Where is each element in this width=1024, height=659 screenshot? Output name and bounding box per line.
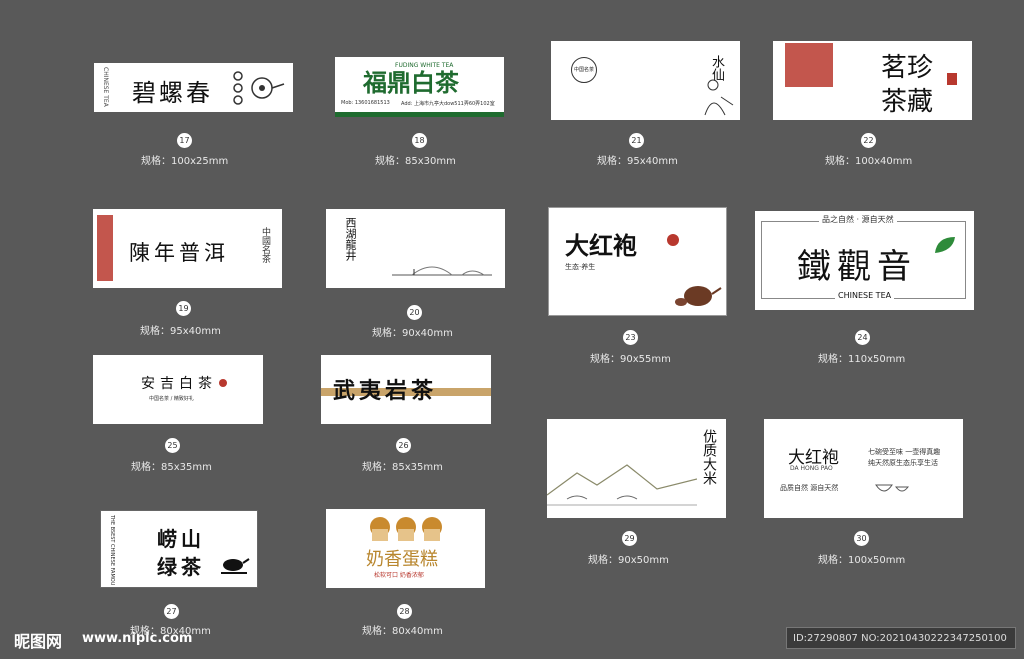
- card-21-number: 21: [629, 133, 644, 148]
- card-23-subtitle: 生态·养生: [565, 263, 596, 271]
- card-29-number: 29: [622, 531, 637, 546]
- card-26-spec: 规格：85x35mm: [362, 462, 443, 473]
- card-27[interactable]: THE BSEST CHINESE FAMOUS TEA 崂山 绿茶: [100, 510, 258, 588]
- card-25-number: 25: [165, 438, 180, 453]
- card-19-title: 陳年普洱: [129, 241, 229, 265]
- card-20[interactable]: 西湖龍井: [326, 209, 505, 288]
- tea-cups-icon: [875, 484, 910, 492]
- card-23[interactable]: 大红袍 生态·养生: [548, 207, 727, 316]
- card-22-small-seal: [947, 73, 957, 85]
- card-17-side-text: CHINESE TEA: [102, 67, 109, 107]
- card-18-spec: 规格：85x30mm: [375, 156, 456, 167]
- leaf-icon: [935, 237, 955, 253]
- card-29-spec: 规格：90x50mm: [588, 555, 669, 566]
- card-22-spec: 规格：100x40mm: [825, 156, 913, 167]
- card-22-seal-block: [785, 43, 833, 87]
- card-18-green-bar: [335, 112, 504, 117]
- card-25-seal: [219, 379, 227, 387]
- card-28[interactable]: 奶香蛋糕 松软可口 奶香浓郁: [326, 509, 485, 588]
- card-30-line-1: 七碗受至味 一壶得真趣: [868, 448, 941, 456]
- card-19-spec: 规格：95x40mm: [140, 326, 221, 337]
- card-28-title: 奶香蛋糕: [366, 549, 438, 570]
- card-30-subtitle: 品质自然 源自天然: [780, 484, 839, 492]
- site-url[interactable]: www.nipic.com: [82, 631, 192, 646]
- card-20-number: 20: [407, 305, 422, 320]
- card-17[interactable]: CHINESE TEA 碧螺春: [94, 63, 293, 112]
- card-18-english: FUDING WHITE TEA: [395, 62, 454, 69]
- card-30[interactable]: 大红袍 DA HONG PAO 七碗受至味 一壶得真趣 纯天然原生态乐享生活 品…: [764, 419, 963, 518]
- card-20-spec: 规格：90x40mm: [372, 328, 453, 339]
- card-24[interactable]: 品之自然 · 源自天然 鐵觀音 CHINESE TEA: [755, 211, 974, 310]
- card-18-mobile: Mob: 13601681513: [341, 100, 390, 106]
- card-29[interactable]: 优质大米: [547, 419, 726, 518]
- card-25-spec: 规格：85x35mm: [131, 462, 212, 473]
- card-20-title: 西湖龍井: [344, 217, 357, 261]
- card-27-title-1: 崂山: [157, 527, 205, 551]
- card-22-number: 22: [861, 133, 876, 148]
- card-22-title-2: 茶藏: [881, 87, 934, 117]
- card-21[interactable]: 中国名茶 水仙: [551, 41, 740, 120]
- card-19-number: 19: [176, 301, 191, 316]
- site-logo: 昵图网: [14, 632, 63, 651]
- card-28-subtitle: 松软可口 奶香浓郁: [374, 572, 424, 579]
- card-23-seal: [667, 234, 679, 246]
- card-21-tag-circle: 中国名茶: [571, 57, 597, 83]
- card-30-spec: 规格：100x50mm: [818, 555, 906, 566]
- card-25-title: 安吉白茶: [141, 376, 217, 392]
- card-27-number: 27: [164, 604, 179, 619]
- card-22[interactable]: 茗珍 茶藏: [773, 41, 972, 120]
- card-25-subtitle: 中国名茶 / 精致好礼: [149, 396, 194, 402]
- card-29-title: 优质大米: [701, 429, 717, 485]
- card-28-number: 28: [397, 604, 412, 619]
- card-18-number: 18: [412, 133, 427, 148]
- card-17-spec: 规格：100x25mm: [141, 156, 229, 167]
- card-18-address: Add: 上海市九亭大dow511弄60弄102室: [401, 101, 495, 107]
- card-19-side-text: 中國名茶: [260, 227, 270, 263]
- card-18[interactable]: 福鼎白茶 FUDING WHITE TEA Mob: 13601681513 A…: [335, 57, 504, 117]
- card-17-number: 17: [177, 133, 192, 148]
- card-27-side-text: THE BSEST CHINESE FAMOUS TEA: [109, 515, 115, 585]
- card-19-seal-block: [97, 215, 113, 281]
- teapot-icon: [675, 286, 722, 306]
- figure-sketch-icon: [704, 79, 734, 116]
- teapot-icon: [221, 558, 250, 574]
- card-23-number: 23: [623, 330, 638, 345]
- card-26-title: 武夷岩茶: [333, 378, 438, 404]
- card-24-top-text: 品之自然 · 源自天然: [819, 214, 897, 225]
- teapot-icon: [233, 71, 285, 105]
- card-24-number: 24: [855, 330, 870, 345]
- card-21-tag: 中国名茶: [573, 67, 594, 73]
- card-24-title: 鐵觀音: [797, 247, 917, 287]
- card-30-english: DA HONG PAO: [790, 465, 833, 472]
- card-22-title-1: 茗珍: [881, 53, 934, 83]
- card-30-number: 30: [854, 531, 869, 546]
- card-19[interactable]: 陳年普洱 中國名茶: [93, 209, 282, 288]
- card-26[interactable]: 武夷岩茶: [321, 355, 491, 424]
- card-30-line-2: 纯天然原生态乐享生活: [868, 459, 938, 467]
- card-23-title: 大红袍: [565, 231, 637, 260]
- cake-icon: [370, 517, 442, 541]
- card-25[interactable]: 安吉白茶 中国名茶 / 精致好礼: [93, 355, 263, 424]
- card-27-title-2: 绿茶: [157, 555, 205, 579]
- card-21-spec: 规格：95x40mm: [597, 156, 678, 167]
- card-24-spec: 规格：110x50mm: [818, 354, 906, 365]
- card-17-title: 碧螺春: [132, 79, 213, 107]
- card-23-spec: 规格：90x55mm: [590, 354, 671, 365]
- card-26-number: 26: [396, 438, 411, 453]
- card-28-spec: 规格：80x40mm: [362, 626, 443, 637]
- boat-landscape-icon: [392, 266, 492, 276]
- card-24-english: CHINESE TEA: [835, 291, 895, 300]
- mountain-landscape-icon: [547, 464, 697, 506]
- image-id-badge: ID:27290807 NO:20210430222347250100: [786, 627, 1016, 649]
